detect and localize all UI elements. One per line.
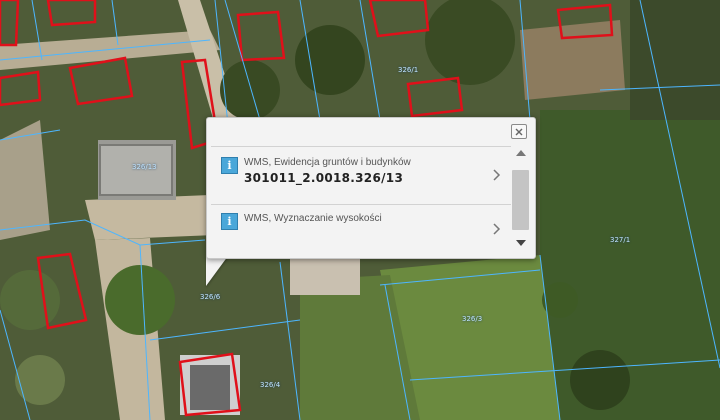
scroll-up-arrow-icon[interactable] <box>516 150 526 156</box>
scrollbar-thumb[interactable] <box>512 170 529 230</box>
popup-scrollbar[interactable] <box>511 146 531 256</box>
popup-pointer <box>206 256 228 286</box>
chevron-right-icon <box>493 223 501 235</box>
parcel-label: 326/4 <box>260 381 281 389</box>
result-item-title: WMS, Wyznaczanie wysokości <box>244 213 382 224</box>
result-item-title: WMS, Ewidencja gruntów i budynków <box>244 157 411 168</box>
info-icon: i <box>221 157 238 174</box>
close-popup-button[interactable] <box>511 124 527 139</box>
feature-info-popup: i WMS, Ewidencja gruntów i budynków 3010… <box>206 117 536 259</box>
parcel-label: 326/3 <box>462 315 483 323</box>
result-item-height[interactable]: i WMS, Wyznaczanie wysokości <box>211 204 511 260</box>
close-icon <box>515 128 523 135</box>
parcel-label: 326/6 <box>200 293 221 301</box>
chevron-right-icon <box>493 169 501 181</box>
result-item-land-registry[interactable]: i WMS, Ewidencja gruntów i budynków 3010… <box>211 146 511 202</box>
result-list: i WMS, Ewidencja gruntów i budynków 3010… <box>211 146 511 256</box>
parcel-label: 327/1 <box>610 236 631 244</box>
parcel-id-value: 301011_2.0018.326/13 <box>244 171 404 185</box>
info-icon: i <box>221 213 238 230</box>
scroll-down-arrow-icon[interactable] <box>516 240 526 246</box>
parcel-label: 326/13 <box>132 163 157 171</box>
parcel-label: 326/1 <box>398 66 419 74</box>
